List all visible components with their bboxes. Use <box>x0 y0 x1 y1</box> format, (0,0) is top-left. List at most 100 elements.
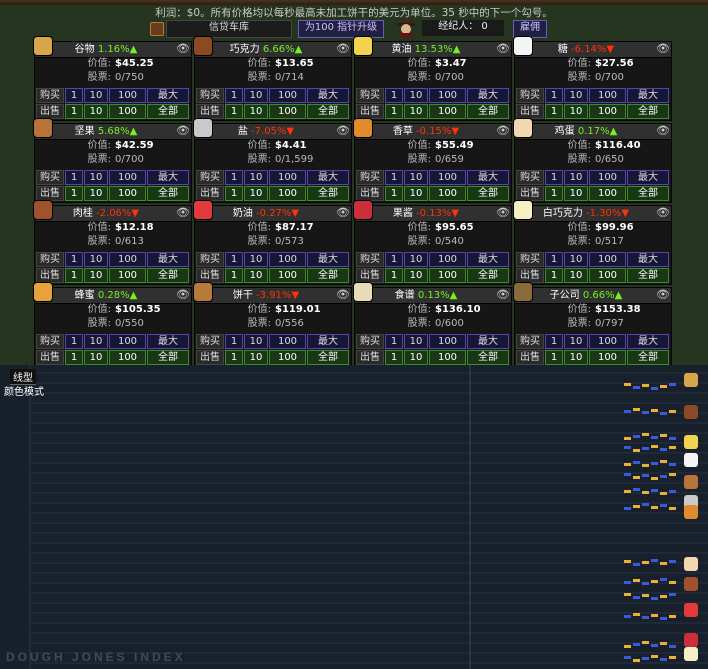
sell-all-button[interactable]: 全部 <box>627 350 669 365</box>
buy-1-button[interactable]: 1 <box>225 252 243 267</box>
sell-1-button[interactable]: 1 <box>225 350 243 365</box>
sell-100-button[interactable]: 100 <box>429 268 466 283</box>
sell-1-button[interactable]: 1 <box>545 186 563 201</box>
buy-max-button[interactable]: 最大 <box>307 88 349 103</box>
sell-1-button[interactable]: 1 <box>65 268 83 283</box>
sell-all-button[interactable]: 全部 <box>147 104 189 119</box>
sell-1-button[interactable]: 1 <box>385 350 403 365</box>
sell-1-button[interactable]: 1 <box>385 186 403 201</box>
sell-10-button[interactable]: 10 <box>564 186 588 201</box>
buy-10-button[interactable]: 10 <box>564 252 588 267</box>
buy-100-button[interactable]: 100 <box>589 88 626 103</box>
buy-10-button[interactable]: 10 <box>564 170 588 185</box>
buy-10-button[interactable]: 10 <box>404 252 428 267</box>
sell-10-button[interactable]: 10 <box>244 268 268 283</box>
buy-1-button[interactable]: 1 <box>545 170 563 185</box>
sell-all-button[interactable]: 全部 <box>467 350 509 365</box>
buy-max-button[interactable]: 最大 <box>147 170 189 185</box>
eye-icon[interactable]: 👁 <box>496 289 510 301</box>
buy-100-button[interactable]: 100 <box>269 252 306 267</box>
buy-max-button[interactable]: 最大 <box>147 252 189 267</box>
eye-icon[interactable]: 👁 <box>656 43 670 55</box>
sell-100-button[interactable]: 100 <box>429 186 466 201</box>
buy-1-button[interactable]: 1 <box>385 170 403 185</box>
sell-all-button[interactable]: 全部 <box>467 268 509 283</box>
buy-10-button[interactable]: 10 <box>564 334 588 349</box>
buy-1-button[interactable]: 1 <box>385 334 403 349</box>
buy-max-button[interactable]: 最大 <box>627 88 669 103</box>
buy-max-button[interactable]: 最大 <box>467 252 509 267</box>
sell-100-button[interactable]: 100 <box>589 268 626 283</box>
buy-10-button[interactable]: 10 <box>404 170 428 185</box>
sell-1-button[interactable]: 1 <box>545 104 563 119</box>
sell-100-button[interactable]: 100 <box>589 186 626 201</box>
sell-100-button[interactable]: 100 <box>109 104 146 119</box>
buy-max-button[interactable]: 最大 <box>467 170 509 185</box>
buy-10-button[interactable]: 10 <box>84 170 108 185</box>
buy-max-button[interactable]: 最大 <box>307 334 349 349</box>
buy-10-button[interactable]: 10 <box>564 88 588 103</box>
sell-1-button[interactable]: 1 <box>225 104 243 119</box>
buy-1-button[interactable]: 1 <box>545 88 563 103</box>
sell-100-button[interactable]: 100 <box>429 104 466 119</box>
buy-max-button[interactable]: 最大 <box>147 334 189 349</box>
eye-icon[interactable]: 👁 <box>176 125 190 137</box>
buy-1-button[interactable]: 1 <box>225 88 243 103</box>
sell-10-button[interactable]: 10 <box>84 104 108 119</box>
sell-10-button[interactable]: 10 <box>244 104 268 119</box>
sell-all-button[interactable]: 全部 <box>627 104 669 119</box>
eye-icon[interactable]: 👁 <box>336 125 350 137</box>
buy-10-button[interactable]: 10 <box>404 334 428 349</box>
buy-max-button[interactable]: 最大 <box>467 88 509 103</box>
eye-icon[interactable]: 👁 <box>176 289 190 301</box>
buy-max-button[interactable]: 最大 <box>627 334 669 349</box>
buy-100-button[interactable]: 100 <box>109 170 146 185</box>
buy-1-button[interactable]: 1 <box>65 334 83 349</box>
sell-1-button[interactable]: 1 <box>65 104 83 119</box>
sell-all-button[interactable]: 全部 <box>147 186 189 201</box>
eye-icon[interactable]: 👁 <box>336 43 350 55</box>
buy-1-button[interactable]: 1 <box>65 252 83 267</box>
eye-icon[interactable]: 👁 <box>336 207 350 219</box>
buy-100-button[interactable]: 100 <box>429 252 466 267</box>
sell-100-button[interactable]: 100 <box>429 350 466 365</box>
sell-1-button[interactable]: 1 <box>385 104 403 119</box>
eye-icon[interactable]: 👁 <box>656 207 670 219</box>
buy-100-button[interactable]: 100 <box>589 170 626 185</box>
sell-10-button[interactable]: 10 <box>404 268 428 283</box>
sell-all-button[interactable]: 全部 <box>307 104 349 119</box>
sell-10-button[interactable]: 10 <box>564 268 588 283</box>
buy-100-button[interactable]: 100 <box>429 334 466 349</box>
sell-all-button[interactable]: 全部 <box>307 186 349 201</box>
sell-all-button[interactable]: 全部 <box>307 268 349 283</box>
sell-10-button[interactable]: 10 <box>404 186 428 201</box>
buy-max-button[interactable]: 最大 <box>307 252 349 267</box>
sell-1-button[interactable]: 1 <box>65 350 83 365</box>
color-mode-toggle[interactable]: 颜色模式 <box>4 383 44 398</box>
buy-1-button[interactable]: 1 <box>545 252 563 267</box>
sell-all-button[interactable]: 全部 <box>627 268 669 283</box>
sell-10-button[interactable]: 10 <box>564 104 588 119</box>
buy-100-button[interactable]: 100 <box>269 170 306 185</box>
buy-100-button[interactable]: 100 <box>589 334 626 349</box>
sell-100-button[interactable]: 100 <box>589 350 626 365</box>
buy-max-button[interactable]: 最大 <box>627 252 669 267</box>
sell-100-button[interactable]: 100 <box>269 268 306 283</box>
buy-1-button[interactable]: 1 <box>225 334 243 349</box>
sell-all-button[interactable]: 全部 <box>627 186 669 201</box>
buy-10-button[interactable]: 10 <box>84 252 108 267</box>
buy-10-button[interactable]: 10 <box>244 334 268 349</box>
sell-10-button[interactable]: 10 <box>84 186 108 201</box>
buy-1-button[interactable]: 1 <box>225 170 243 185</box>
eye-icon[interactable]: 👁 <box>176 43 190 55</box>
buy-100-button[interactable]: 100 <box>429 88 466 103</box>
sell-10-button[interactable]: 10 <box>84 268 108 283</box>
buy-max-button[interactable]: 最大 <box>627 170 669 185</box>
sell-10-button[interactable]: 10 <box>404 350 428 365</box>
buy-10-button[interactable]: 10 <box>84 88 108 103</box>
sell-1-button[interactable]: 1 <box>385 268 403 283</box>
sell-10-button[interactable]: 10 <box>84 350 108 365</box>
sell-all-button[interactable]: 全部 <box>467 104 509 119</box>
eye-icon[interactable]: 👁 <box>336 289 350 301</box>
sell-1-button[interactable]: 1 <box>65 186 83 201</box>
